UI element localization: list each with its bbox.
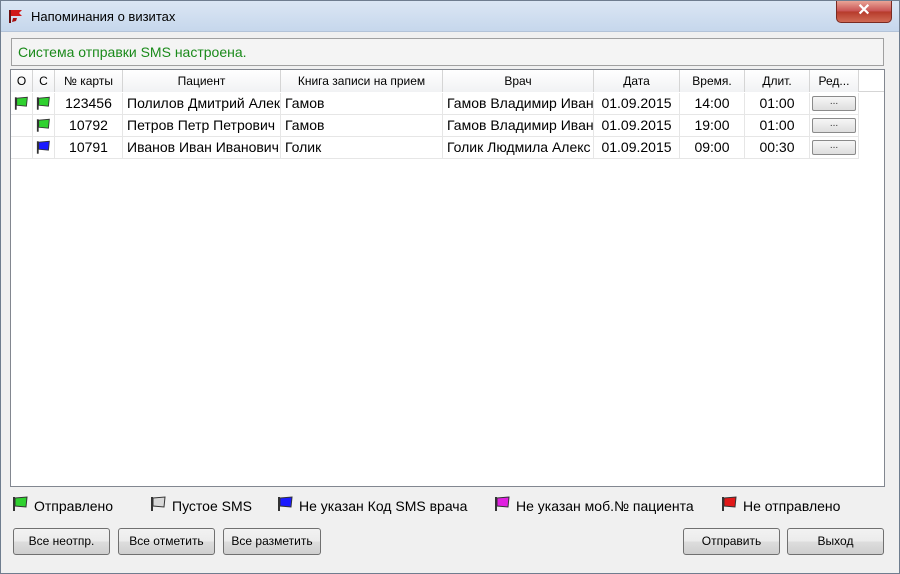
edit-row-button[interactable]: ... bbox=[812, 96, 856, 111]
column-header-doctor[interactable]: Врач bbox=[443, 70, 594, 92]
cell-doctor[interactable]: Голик Людмила Алекс bbox=[443, 137, 594, 159]
cell-edit[interactable]: ... bbox=[810, 115, 859, 137]
cell-flag-c[interactable] bbox=[33, 93, 55, 115]
cell-book[interactable]: Гамов bbox=[281, 93, 443, 115]
flag-icon-green bbox=[36, 96, 50, 110]
legend-label: Не указан Код SMS врача bbox=[299, 498, 468, 514]
close-button[interactable]: ✕ bbox=[836, 1, 892, 23]
table-row[interactable]: 123456 Полилов Дмитрий Алек Гамов Гамов Вла… bbox=[11, 93, 859, 115]
cell-time[interactable]: 09:00 bbox=[680, 137, 745, 159]
cell-duration[interactable]: 01:00 bbox=[745, 115, 810, 137]
flag-icon-green bbox=[14, 96, 28, 110]
cell-flag-c[interactable] bbox=[33, 137, 55, 159]
edit-row-button[interactable]: ... bbox=[812, 118, 856, 133]
reminders-window: Напоминания о визитах ✕ Система отправки… bbox=[0, 0, 900, 574]
window-title: Напоминания о визитах bbox=[31, 9, 176, 24]
column-header-duration[interactable]: Длит. bbox=[745, 70, 810, 92]
cell-flag-o[interactable] bbox=[11, 115, 33, 137]
legend-label: Отправлено bbox=[34, 498, 114, 514]
edit-row-button[interactable]: ... bbox=[812, 140, 856, 155]
cell-edit[interactable]: ... bbox=[810, 137, 859, 159]
column-header-o[interactable]: О bbox=[11, 70, 33, 92]
cell-edit[interactable]: ... bbox=[810, 93, 859, 115]
cell-date[interactable]: 01.09.2015 bbox=[594, 137, 680, 159]
cell-doctor[interactable]: Гамов Владимир Иван bbox=[443, 115, 594, 137]
table-row[interactable]: 10791 Иванов Иван Иванович Голик Голик Людм… bbox=[11, 137, 859, 159]
column-header-c[interactable]: С bbox=[33, 70, 55, 92]
cell-flag-o[interactable] bbox=[11, 93, 33, 115]
cell-flag-o[interactable] bbox=[11, 137, 33, 159]
app-flag-icon bbox=[9, 10, 22, 23]
column-header-edit[interactable]: Ред... bbox=[810, 70, 859, 92]
cell-card[interactable]: 123456 bbox=[55, 93, 123, 115]
legend-label: Пустое SMS bbox=[172, 498, 252, 514]
status-legend: Отправлено Пустое SMS Не указан Код SMS … bbox=[1, 495, 900, 517]
check-all-button[interactable]: Все отметить bbox=[118, 528, 215, 555]
cell-date[interactable]: 01.09.2015 bbox=[594, 93, 680, 115]
cell-book[interactable]: Голик bbox=[281, 137, 443, 159]
flag-icon-gray bbox=[151, 496, 166, 511]
flag-icon-red bbox=[722, 496, 737, 511]
cell-book[interactable]: Гамов bbox=[281, 115, 443, 137]
exit-button[interactable]: Выход bbox=[787, 528, 884, 555]
flag-icon-blue bbox=[36, 140, 50, 154]
status-text: Система отправки SMS настроена. bbox=[18, 44, 247, 60]
cell-patient[interactable]: Полилов Дмитрий Алек bbox=[123, 93, 281, 115]
flag-icon-green bbox=[36, 118, 50, 132]
cell-card[interactable]: 10792 bbox=[55, 115, 123, 137]
flag-icon-blue bbox=[278, 496, 293, 511]
cell-duration[interactable]: 00:30 bbox=[745, 137, 810, 159]
reminders-table[interactable]: О С № карты Пациент Книга записи на прие… bbox=[10, 69, 885, 487]
cell-doctor[interactable]: Гамов Владимир Иван bbox=[443, 93, 594, 115]
legend-label: Не указан моб.№ пациента bbox=[516, 498, 694, 514]
table-header: О С № карты Пациент Книга записи на прие… bbox=[11, 70, 884, 92]
legend-label: Не отправлено bbox=[743, 498, 841, 514]
cell-time[interactable]: 14:00 bbox=[680, 93, 745, 115]
flag-icon-green bbox=[13, 496, 28, 511]
unmark-all-button[interactable]: Все разметить bbox=[223, 528, 321, 555]
flag-icon-magenta bbox=[495, 496, 510, 511]
cell-duration[interactable]: 01:00 bbox=[745, 93, 810, 115]
column-header-patient[interactable]: Пациент bbox=[123, 70, 281, 92]
table-row[interactable]: 10792 Петров Петр Петрович Гамов Гамов Влад… bbox=[11, 115, 859, 137]
uncheck-unsent-button[interactable]: Все неотпр. bbox=[13, 528, 110, 555]
title-bar[interactable]: Напоминания о визитах ✕ bbox=[1, 1, 899, 32]
status-panel: Система отправки SMS настроена. bbox=[11, 38, 884, 66]
cell-date[interactable]: 01.09.2015 bbox=[594, 115, 680, 137]
cell-card[interactable]: 10791 bbox=[55, 137, 123, 159]
column-header-time[interactable]: Время. bbox=[680, 70, 745, 92]
column-header-card[interactable]: № карты bbox=[55, 70, 123, 92]
cell-patient[interactable]: Иванов Иван Иванович bbox=[123, 137, 281, 159]
send-button[interactable]: Отправить bbox=[683, 528, 780, 555]
column-header-date[interactable]: Дата bbox=[594, 70, 680, 92]
cell-patient[interactable]: Петров Петр Петрович bbox=[123, 115, 281, 137]
column-header-book[interactable]: Книга записи на прием bbox=[281, 70, 443, 92]
cell-flag-c[interactable] bbox=[33, 115, 55, 137]
cell-time[interactable]: 19:00 bbox=[680, 115, 745, 137]
